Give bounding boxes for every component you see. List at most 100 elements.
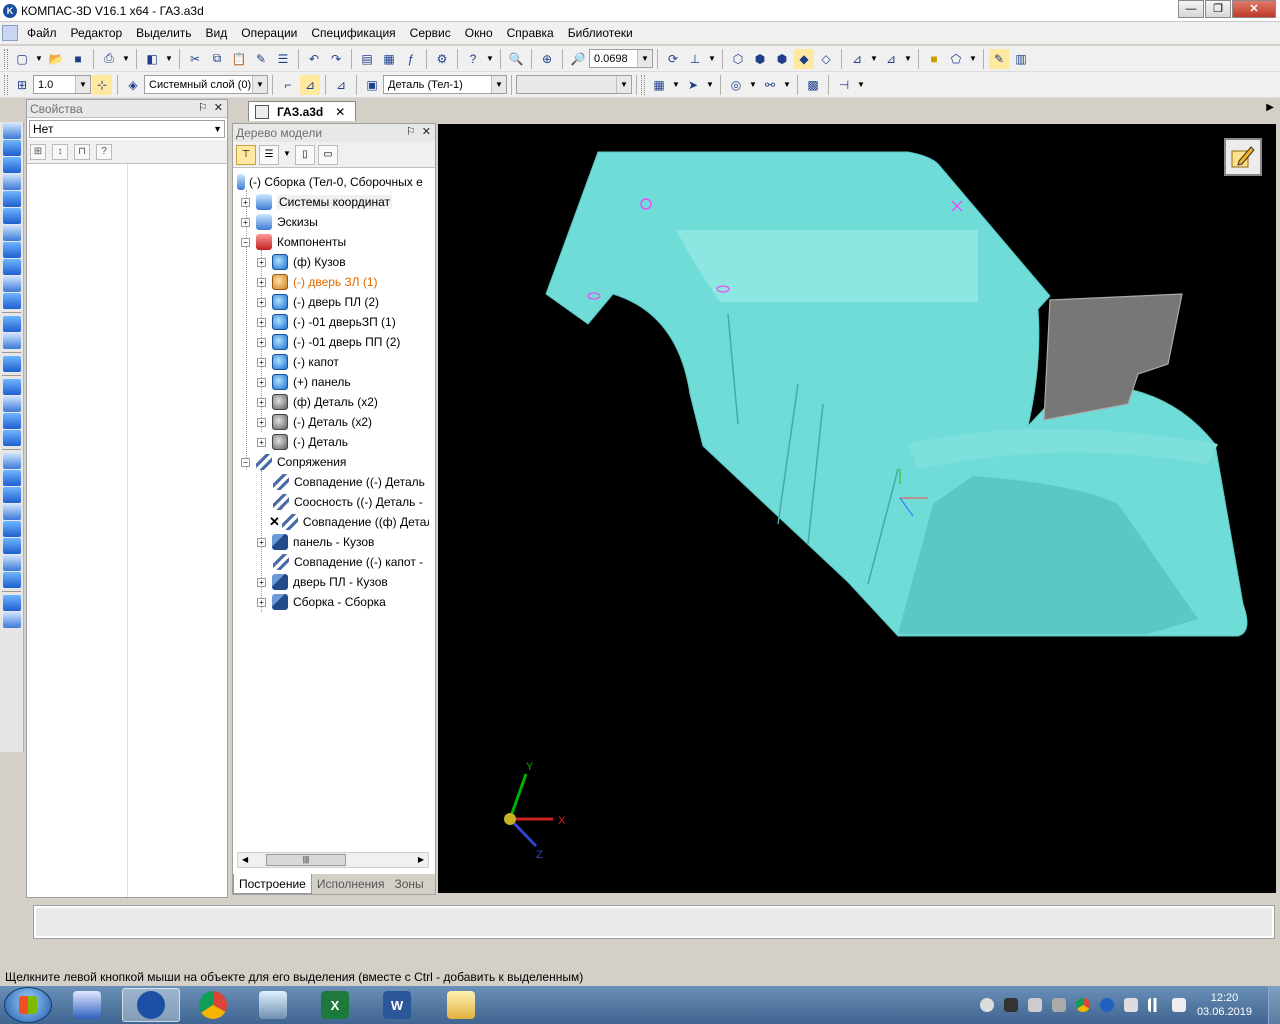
orientation-icon[interactable]: ⊥ bbox=[685, 49, 705, 69]
dimensions-panel-icon[interactable] bbox=[3, 242, 21, 258]
pin-icon[interactable]: ⚐ bbox=[198, 102, 208, 114]
menu-select[interactable]: Выделить bbox=[129, 22, 198, 44]
menu-view[interactable]: Вид bbox=[199, 22, 235, 44]
tree-item-mate-group[interactable]: + Сборка - Сборка bbox=[257, 592, 386, 612]
clock[interactable]: 12:20 03.06.2019 bbox=[1197, 991, 1252, 1019]
menu-window[interactable]: Окно bbox=[458, 22, 500, 44]
tree-item-component[interactable]: + (ф) Деталь (x2) bbox=[257, 392, 378, 412]
edit-mode-icon[interactable]: ✎ bbox=[989, 48, 1009, 69]
pattern-icon[interactable]: ◎ bbox=[726, 75, 746, 95]
menu-specification[interactable]: Спецификация bbox=[304, 22, 402, 44]
copy-icon[interactable]: ⧉ bbox=[207, 49, 227, 69]
reports-icon[interactable] bbox=[3, 293, 21, 309]
ortho-mode-icon[interactable]: ⊹ bbox=[92, 74, 112, 95]
rotate-icon[interactable]: ⟳ bbox=[663, 49, 683, 69]
tree-view-mode-icon[interactable]: ☰ bbox=[259, 144, 279, 165]
sketch-edit-pencil-icon[interactable] bbox=[1224, 138, 1262, 176]
edit-tools-icon[interactable] bbox=[3, 157, 21, 173]
variables-icon[interactable]: ▦ bbox=[379, 49, 399, 69]
section-icon[interactable]: ⊿ bbox=[881, 49, 901, 69]
tree-history-icon[interactable]: ▭ bbox=[318, 144, 338, 165]
grid-step-icon[interactable]: ⊞ bbox=[12, 75, 32, 95]
usb-tray-icon[interactable] bbox=[1051, 998, 1066, 1012]
taskbar-app-calculator[interactable] bbox=[244, 988, 302, 1022]
wireframe-icon[interactable]: ⬡ bbox=[728, 49, 748, 69]
minimize-button[interactable]: — bbox=[1178, 0, 1204, 18]
start-button[interactable] bbox=[4, 987, 52, 1023]
parametrize-icon[interactable]: ⚙ bbox=[432, 49, 452, 69]
redo-icon[interactable]: ↷ bbox=[326, 49, 346, 69]
tree-item-component[interactable]: + (-) Деталь bbox=[257, 432, 348, 452]
security-tray-icon[interactable] bbox=[1027, 998, 1042, 1012]
expand-icon[interactable]: + bbox=[241, 217, 250, 227]
measure-icon[interactable]: ▥ bbox=[1011, 49, 1031, 69]
layer-combo[interactable]: Системный слой (0) ▼ bbox=[144, 75, 268, 94]
sort-category-icon[interactable]: ⊞ bbox=[30, 143, 46, 160]
fillet-icon[interactable] bbox=[3, 470, 21, 486]
snap-icon[interactable]: ⬠ bbox=[946, 49, 966, 69]
revolve-icon[interactable] bbox=[3, 396, 21, 412]
elements-icon[interactable] bbox=[3, 333, 21, 349]
sheet-metal-icon[interactable] bbox=[3, 316, 21, 332]
maximize-button[interactable]: ❐ bbox=[1205, 0, 1231, 18]
lcs-icon[interactable]: ⌐ bbox=[278, 75, 298, 95]
assembly-tools-icon[interactable] bbox=[3, 123, 21, 139]
menu-operations[interactable]: Операции bbox=[234, 22, 304, 44]
tree-item-mate-group[interactable]: + панель - Кузов bbox=[257, 532, 374, 552]
shaded-icon[interactable]: ◆ bbox=[794, 48, 814, 69]
function-icon[interactable]: ƒ bbox=[401, 49, 421, 69]
menu-file[interactable]: Файл bbox=[20, 22, 64, 44]
sketch-tools-icon[interactable] bbox=[3, 140, 21, 156]
dimensions-icon[interactable]: ⊣ bbox=[834, 75, 854, 95]
tree-item-component[interactable]: + (-) капот bbox=[257, 352, 339, 372]
tree-item-mate[interactable]: Соосность ((-) Деталь - bbox=[273, 492, 423, 512]
shell-icon[interactable] bbox=[3, 504, 21, 520]
halftone-icon[interactable]: ⬢ bbox=[772, 49, 792, 69]
show-desktop-button[interactable] bbox=[1268, 986, 1280, 1024]
zoom-window-icon[interactable]: ⊕ bbox=[537, 49, 557, 69]
tree-item-component[interactable]: + (-) -01 дверь ПП (2) bbox=[257, 332, 400, 352]
diagnostics-icon[interactable] bbox=[3, 259, 21, 275]
print-icon[interactable]: ⎙ bbox=[99, 49, 119, 69]
perspective-icon[interactable]: ⊿ bbox=[847, 49, 867, 69]
tree-item-mate-error[interactable]: ✕ Совпадение ((ф) Детал bbox=[269, 512, 429, 532]
zoom-scale-icon[interactable]: 🔎 bbox=[568, 49, 588, 69]
tree-item-mate[interactable]: Совпадение ((-) Деталь bbox=[273, 472, 425, 492]
format-painter-icon[interactable]: ✎ bbox=[251, 49, 271, 69]
menu-help[interactable]: Справка bbox=[500, 22, 561, 44]
spec-icon[interactable] bbox=[3, 276, 21, 292]
tree-root-assembly[interactable]: (-) Сборка (Тел-0, Сборочных е bbox=[237, 172, 423, 192]
bodies-icon[interactable] bbox=[3, 356, 21, 372]
taskbar-app-word[interactable]: W bbox=[368, 988, 426, 1022]
flag-tray-icon[interactable] bbox=[1123, 998, 1138, 1012]
tree-item-mate-group[interactable]: + дверь ПЛ - Кузов bbox=[257, 572, 388, 592]
menu-libraries[interactable]: Библиотеки bbox=[561, 22, 640, 44]
save-icon[interactable]: ■ bbox=[68, 49, 88, 69]
user-tray-icon[interactable] bbox=[979, 998, 994, 1012]
arrow-icon[interactable]: ➤ bbox=[683, 75, 703, 95]
taskbar-app-explorer[interactable] bbox=[432, 988, 490, 1022]
detail-icon[interactable]: ▣ bbox=[362, 75, 382, 95]
properties-toggle-icon[interactable]: ☰ bbox=[273, 49, 293, 69]
tree-document-icon[interactable]: ▯ bbox=[295, 144, 315, 165]
auxiliary-geometry-icon[interactable] bbox=[3, 225, 21, 241]
display-tray-icon[interactable] bbox=[1003, 998, 1018, 1012]
view-settings-icon[interactable]: ▦ bbox=[649, 75, 669, 95]
edit-part-icon[interactable]: ⊿ bbox=[331, 75, 351, 95]
tree-item-component[interactable]: + (ф) Кузов bbox=[257, 252, 346, 272]
network-tray-icon[interactable] bbox=[1147, 998, 1162, 1012]
loft-icon[interactable] bbox=[3, 413, 21, 429]
hole-icon[interactable] bbox=[3, 453, 21, 469]
manager-icon[interactable]: ▤ bbox=[357, 49, 377, 69]
tree-pin-icon[interactable]: ⚐ bbox=[406, 126, 416, 138]
scroll-left-icon[interactable]: ◀ bbox=[242, 855, 248, 864]
hidden-lines-icon[interactable]: ⬢ bbox=[750, 49, 770, 69]
boolean-icon[interactable] bbox=[3, 555, 21, 571]
taskbar-app-chrome[interactable] bbox=[184, 988, 242, 1022]
taskbar-app-kompas[interactable] bbox=[122, 988, 180, 1022]
plane-icon[interactable]: ⊿ bbox=[300, 74, 320, 95]
split-icon[interactable] bbox=[3, 572, 21, 588]
add-component-icon[interactable]: ▩ bbox=[803, 75, 823, 95]
tab-gaz-a3d[interactable]: ГАЗ.a3d ✕ bbox=[248, 101, 356, 121]
step-combo[interactable]: 1.0 ▼ bbox=[33, 75, 91, 94]
